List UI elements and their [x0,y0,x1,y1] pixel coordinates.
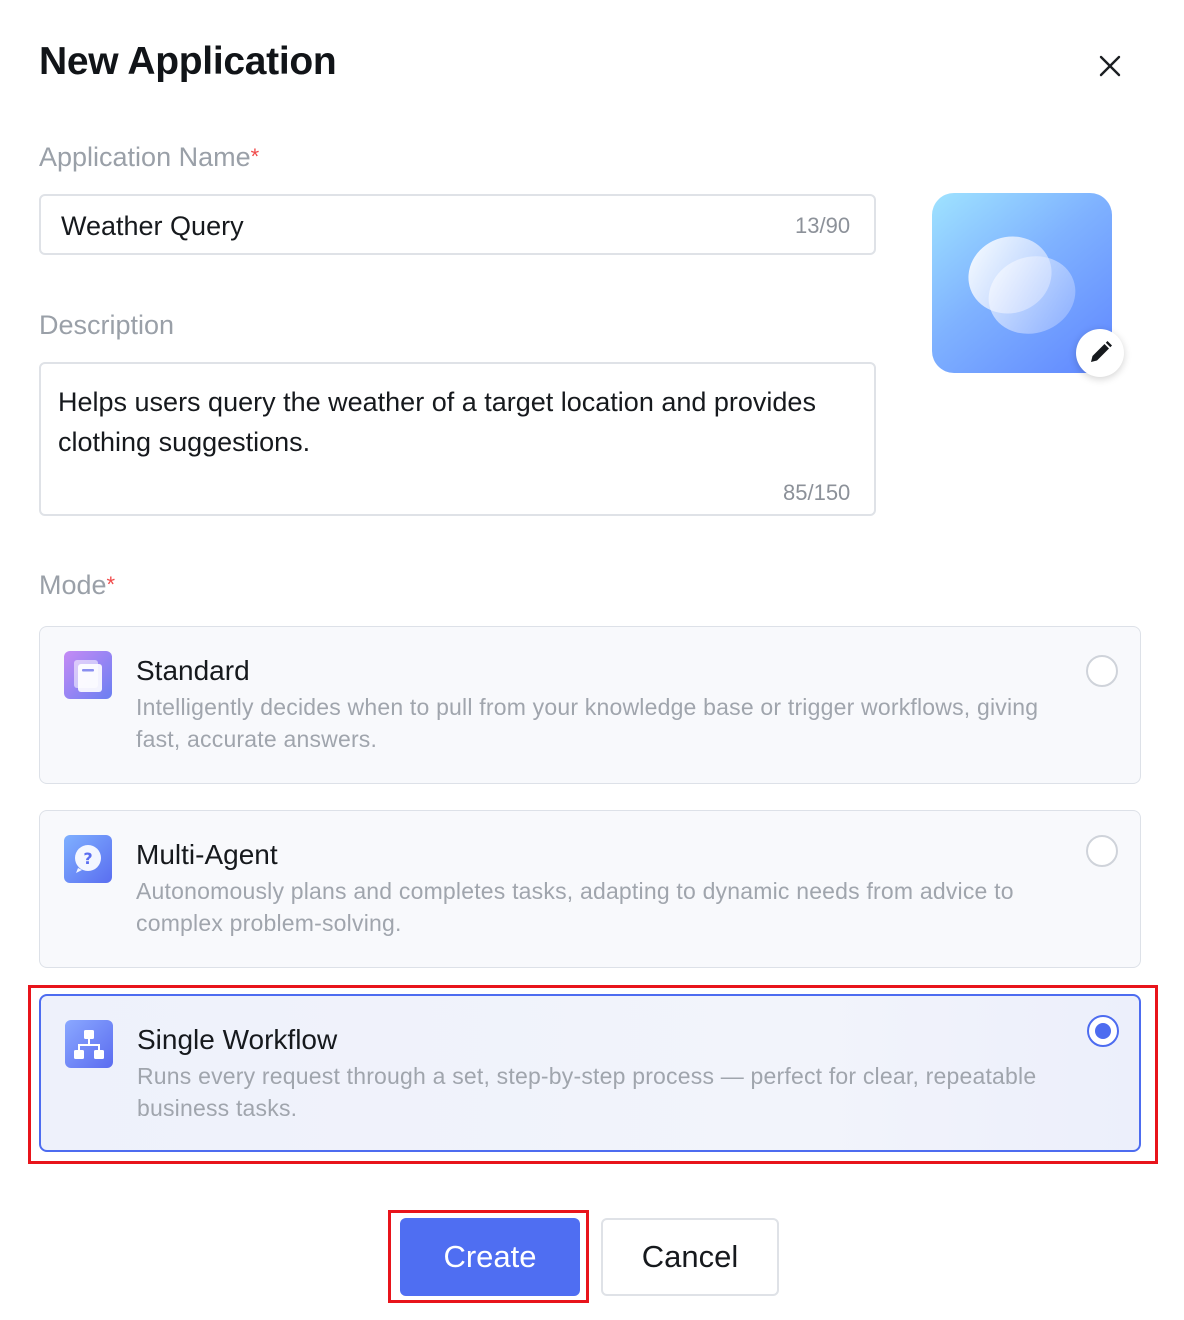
radio-single-workflow[interactable] [1087,1015,1119,1047]
mode-title: Standard [136,655,250,686]
application-name-input[interactable]: Weather Query 13/90 [39,194,876,255]
mode-label: Mode* [39,570,116,600]
application-name-value: Weather Query [61,211,244,241]
application-name-label: Application Name* [39,142,260,172]
mode-option-single-workflow[interactable]: Single Workflow Runs every request throu… [39,994,1141,1152]
close-icon [1099,55,1121,77]
svg-text:?: ? [83,849,92,868]
question-bubble-icon: ? [64,835,112,883]
workflow-icon [65,1020,113,1068]
app-avatar-container [932,193,1124,377]
cancel-button[interactable]: Cancel [601,1218,779,1296]
edit-avatar-button[interactable] [1076,329,1124,377]
mode-title: Multi-Agent [136,839,278,870]
document-icon [64,651,112,699]
dialog-title: New Application [39,40,337,83]
description-value: Helps users query the weather of a targe… [58,387,816,457]
create-button[interactable]: Create [400,1218,580,1296]
description-label: Description [39,310,175,340]
mode-title: Single Workflow [137,1024,338,1055]
radio-multi-agent[interactable] [1086,835,1118,867]
pencil-icon [1091,341,1112,362]
application-name-counter: 13/90 [795,213,851,238]
description-counter: 85/150 [783,480,851,505]
mode-description: Intelligently decides when to pull from … [136,694,1039,752]
mode-option-multi-agent[interactable]: ? Multi-Agent Autonomously plans and com… [39,810,1141,968]
required-mark: * [250,144,260,169]
new-application-dialog: New Application Application Name* Weathe… [0,0,1184,1320]
required-mark: * [106,572,116,597]
mode-option-standard[interactable]: Standard Intelligently decides when to p… [39,626,1141,784]
description-textarea[interactable]: Helps users query the weather of a targe… [39,362,876,516]
mode-description: Autonomously plans and completes tasks, … [136,878,1014,936]
mode-description: Runs every request through a set, step-b… [137,1063,1037,1121]
close-button[interactable] [1090,46,1130,86]
radio-standard[interactable] [1086,655,1118,687]
